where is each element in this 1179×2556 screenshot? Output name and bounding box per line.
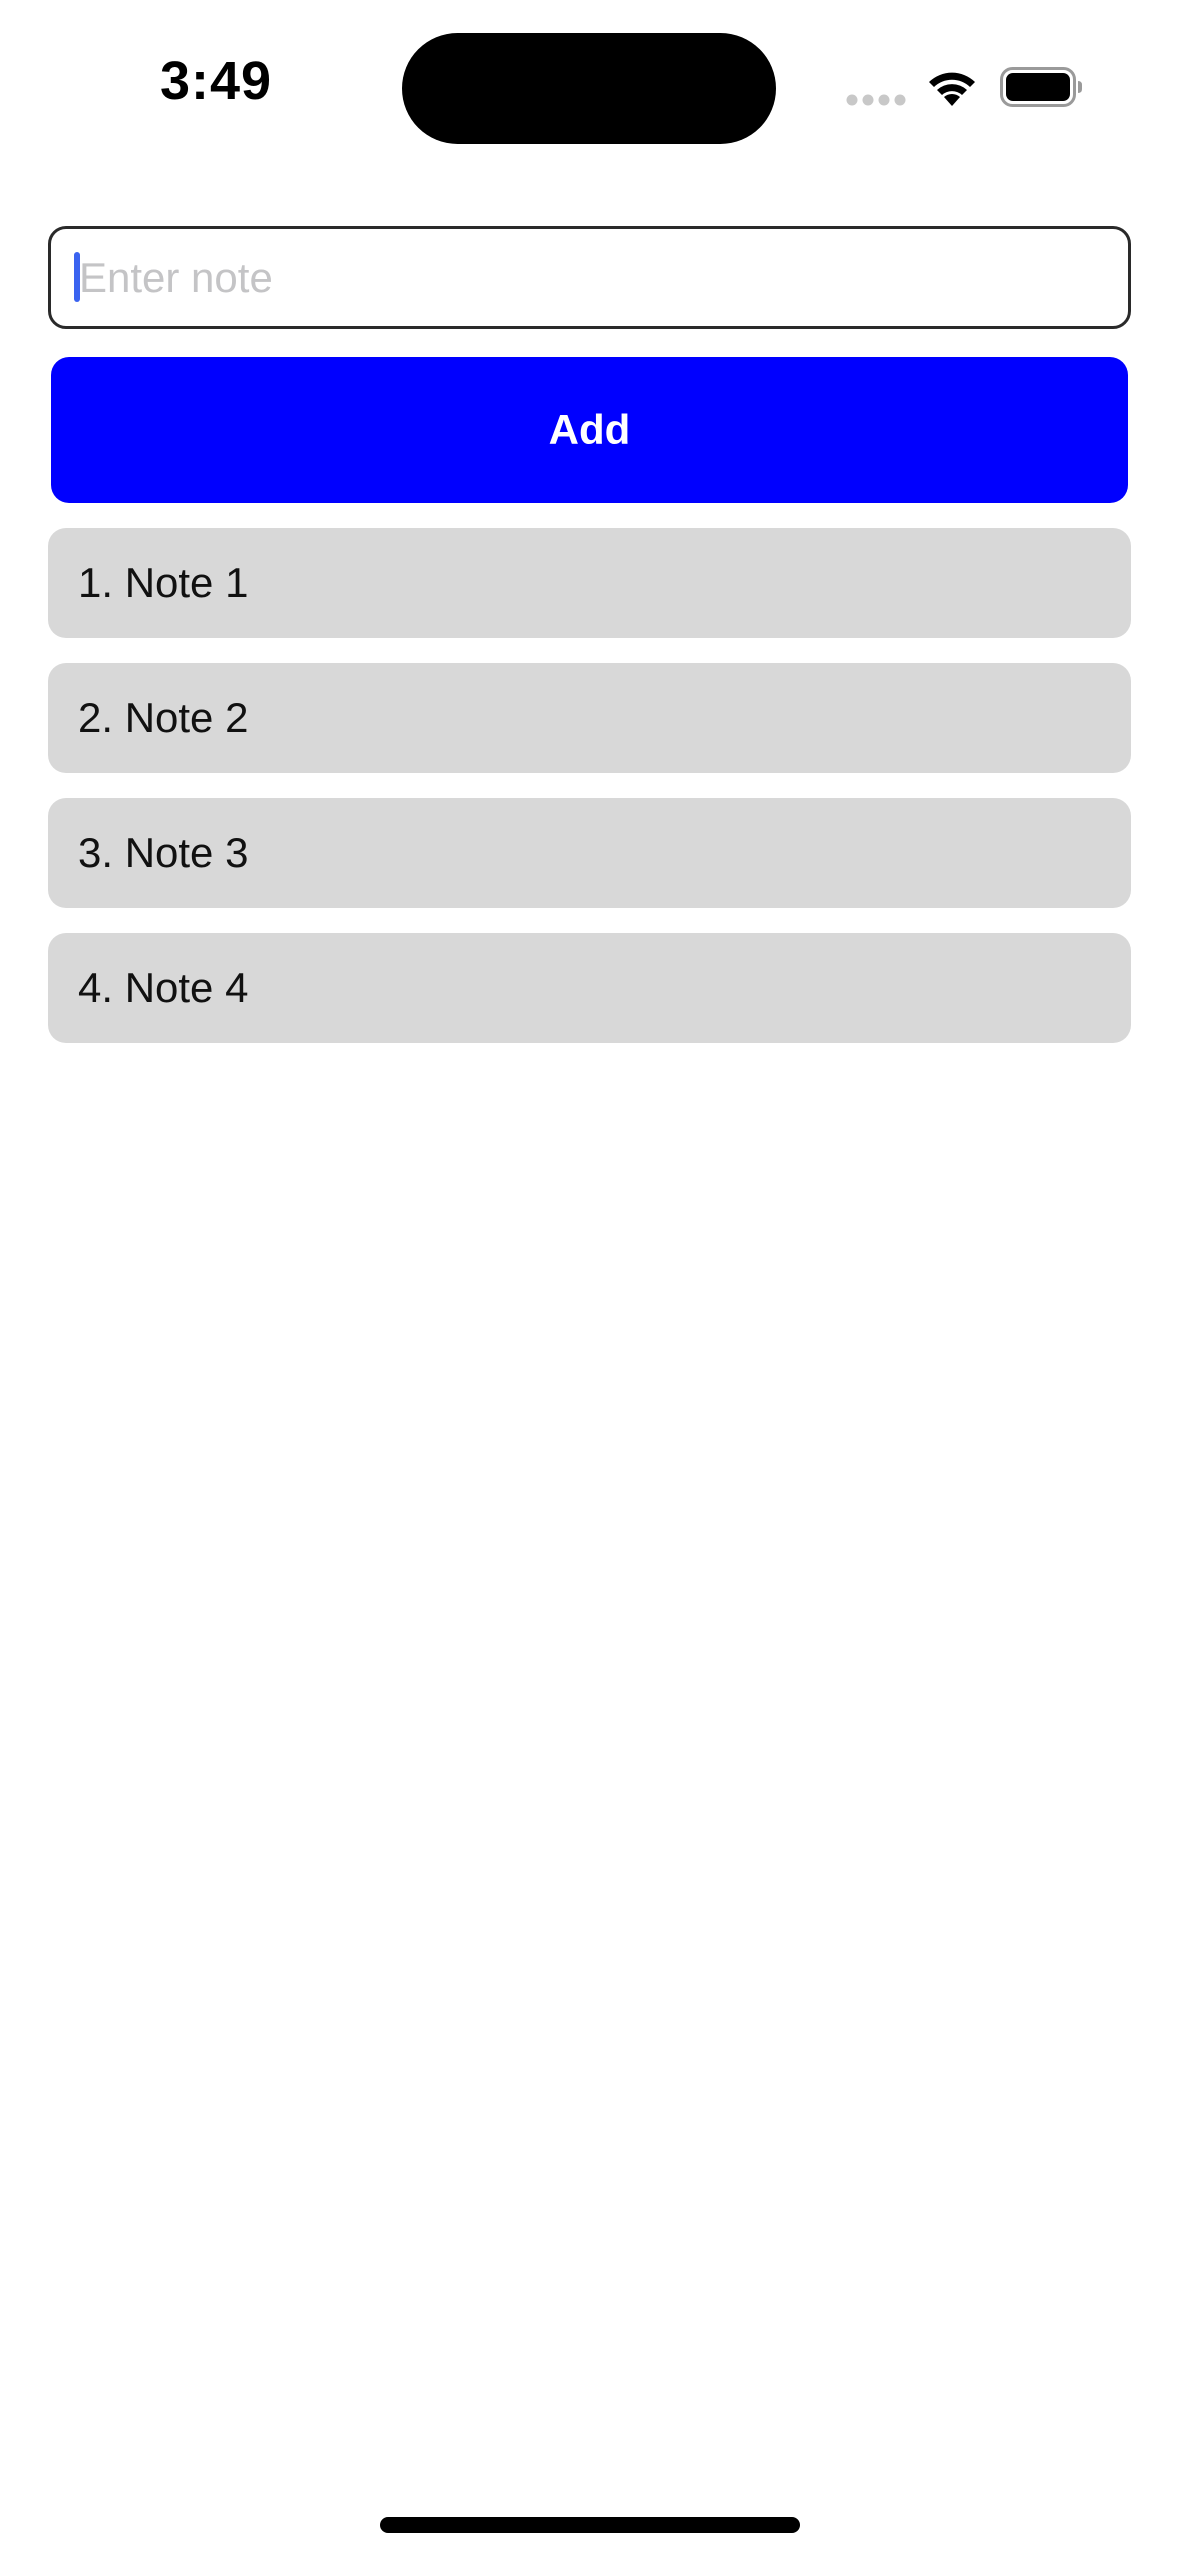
- notes-list: 1. Note 1 2. Note 2 3. Note 3 4. Note 4: [48, 528, 1131, 1068]
- note-item[interactable]: 1. Note 1: [48, 528, 1131, 638]
- note-label: 1. Note 1: [78, 559, 249, 606]
- note-item[interactable]: 2. Note 2: [48, 663, 1131, 773]
- note-input[interactable]: [48, 226, 1131, 329]
- home-indicator[interactable]: [380, 2517, 800, 2533]
- dynamic-island: [402, 33, 776, 144]
- status-bar: 3:49: [0, 0, 1179, 180]
- add-button[interactable]: Add: [51, 357, 1128, 503]
- wifi-icon: [929, 72, 975, 106]
- note-label: 4. Note 4: [78, 964, 249, 1011]
- signal-dots-icon: [846, 94, 906, 106]
- note-label: 3. Note 3: [78, 829, 249, 876]
- text-cursor: [74, 252, 80, 302]
- note-item[interactable]: 4. Note 4: [48, 933, 1131, 1043]
- note-item[interactable]: 3. Note 3: [48, 798, 1131, 908]
- status-time: 3:49: [160, 51, 273, 111]
- note-label: 2. Note 2: [78, 694, 249, 741]
- battery-icon: [1000, 67, 1082, 107]
